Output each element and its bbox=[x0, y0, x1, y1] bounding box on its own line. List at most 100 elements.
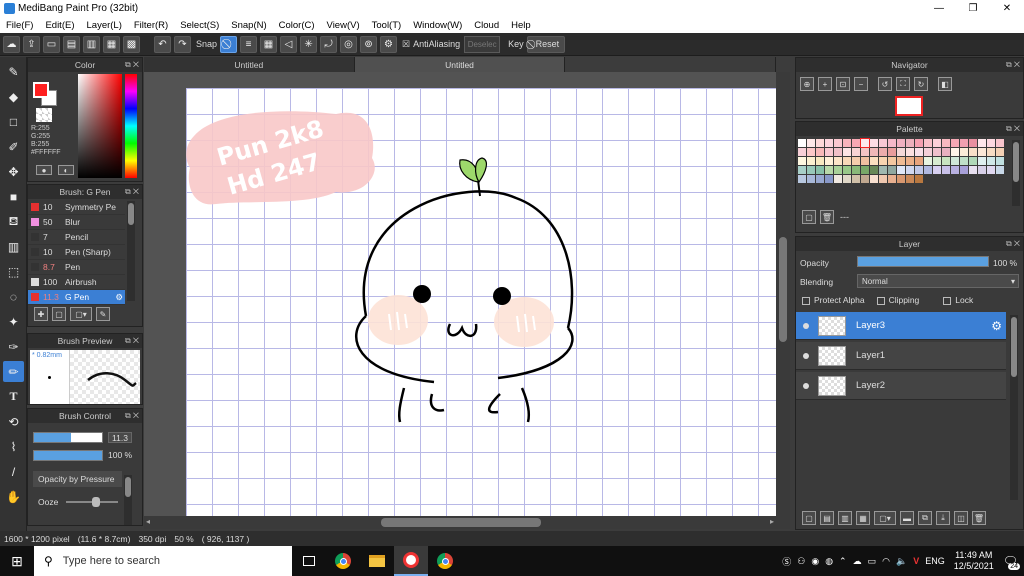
brush-size-slider[interactable] bbox=[33, 432, 103, 443]
new-material-layer-icon[interactable]: ▦ bbox=[856, 511, 870, 525]
grid-icon[interactable]: ▦ bbox=[103, 35, 120, 53]
palette-delete-icon[interactable]: 🗑 bbox=[820, 210, 834, 224]
zoom-actual-icon[interactable]: ⊡ bbox=[836, 77, 850, 91]
menu-color[interactable]: Color(C) bbox=[273, 20, 321, 31]
palette-swatch[interactable] bbox=[996, 148, 1004, 156]
panel-close-icon[interactable]: ⧉ ✕ bbox=[1006, 60, 1020, 70]
menu-tool[interactable]: Tool(T) bbox=[366, 20, 408, 31]
palette-swatch[interactable] bbox=[906, 148, 914, 156]
menu-view[interactable]: View(V) bbox=[321, 20, 366, 31]
brush-opacity-slider[interactable] bbox=[33, 450, 103, 461]
people-icon[interactable]: ⚇ bbox=[797, 556, 805, 567]
panel-close-icon[interactable]: ⧉ ✕ bbox=[125, 411, 139, 421]
onedrive-icon[interactable]: ☁ bbox=[853, 556, 862, 567]
lasso-tool-icon[interactable]: ◌ bbox=[3, 286, 24, 307]
chrome-alt-icon[interactable] bbox=[428, 546, 462, 576]
palette-swatch[interactable] bbox=[852, 166, 860, 174]
palette-swatch[interactable] bbox=[843, 166, 851, 174]
palette-swatch[interactable] bbox=[852, 148, 860, 156]
rotate-right-icon[interactable]: ↻ bbox=[914, 77, 928, 91]
visibility-eye-icon[interactable] bbox=[803, 382, 809, 389]
ooze-slider[interactable] bbox=[66, 497, 118, 507]
rotate-left-icon[interactable]: ↺ bbox=[878, 77, 892, 91]
palette-swatch[interactable] bbox=[807, 166, 815, 174]
palette-swatch[interactable] bbox=[825, 148, 833, 156]
palette-swatch[interactable] bbox=[870, 175, 878, 183]
snap-settings-icon[interactable]: ⚙ bbox=[380, 35, 398, 53]
redo-icon[interactable]: ↷ bbox=[174, 35, 191, 53]
duplicate-layer-icon[interactable]: ⧉ bbox=[918, 511, 932, 525]
upload-icon[interactable]: ⇪ bbox=[23, 35, 40, 53]
scroll-left-arrow-icon[interactable]: ◂ bbox=[146, 517, 150, 526]
transparent-swatch[interactable] bbox=[36, 108, 52, 122]
palette-swatch[interactable] bbox=[870, 148, 878, 156]
palette-swatch[interactable] bbox=[852, 139, 860, 147]
minimize-button[interactable]: — bbox=[922, 0, 956, 17]
palette-swatch[interactable] bbox=[951, 139, 959, 147]
zoom-out-icon[interactable]: − bbox=[854, 77, 868, 91]
palette-swatch[interactable] bbox=[915, 148, 923, 156]
select-pen-tool-icon[interactable]: ✑ bbox=[3, 336, 24, 357]
canvas-horizontal-scrollbar[interactable]: ◂ ▸ bbox=[144, 516, 790, 529]
eyedropper-tool-icon[interactable]: ⌇ bbox=[3, 436, 24, 457]
snap-curve-icon[interactable]: ⤾ bbox=[320, 35, 338, 53]
navigator-thumbnail[interactable] bbox=[895, 96, 923, 116]
palette-swatch[interactable] bbox=[879, 157, 887, 165]
layer-row-layer2[interactable]: Layer2 bbox=[796, 372, 1006, 400]
brush-control-scrollbar[interactable] bbox=[124, 475, 132, 525]
menu-layer[interactable]: Layer(L) bbox=[81, 20, 128, 31]
select-tool-icon[interactable]: ⬚ bbox=[3, 261, 24, 282]
palette-swatch[interactable] bbox=[825, 166, 833, 174]
layout-icon[interactable]: ▩ bbox=[123, 35, 140, 53]
magic-wand-tool-icon[interactable]: ✦ bbox=[3, 311, 24, 332]
taskbar-clock[interactable]: 11:49 AM 12/5/2021 bbox=[954, 550, 994, 572]
eraser-tool-icon[interactable]: ◆ bbox=[3, 86, 24, 107]
palette-swatch[interactable] bbox=[924, 157, 932, 165]
blending-select[interactable]: Normal ▾ bbox=[857, 274, 1019, 288]
panel-close-icon[interactable]: ⧉ ✕ bbox=[1006, 239, 1020, 249]
palette-swatch[interactable] bbox=[897, 148, 905, 156]
palette-swatch[interactable] bbox=[852, 175, 860, 183]
palette-swatch[interactable] bbox=[825, 157, 833, 165]
palette-swatch[interactable] bbox=[879, 139, 887, 147]
palette-swatch[interactable] bbox=[933, 148, 941, 156]
snap-parallel-icon[interactable]: ≡ bbox=[240, 35, 258, 53]
task-view-icon[interactable] bbox=[292, 546, 326, 576]
palette-swatch[interactable] bbox=[960, 148, 968, 156]
wifi-icon[interactable]: ◠ bbox=[882, 556, 890, 567]
palette-swatch[interactable] bbox=[870, 157, 878, 165]
palette-swatch[interactable] bbox=[987, 148, 995, 156]
primary-color-swatch[interactable] bbox=[33, 82, 49, 98]
bucket-tool-icon[interactable]: ⛾ bbox=[3, 211, 24, 232]
palette-swatch[interactable] bbox=[825, 175, 833, 183]
dot-tool-icon[interactable]: □ bbox=[3, 111, 24, 132]
palette-swatch[interactable] bbox=[897, 175, 905, 183]
brush-item[interactable]: 10 Pen (Sharp) bbox=[28, 245, 125, 260]
palette-swatch[interactable] bbox=[843, 157, 851, 165]
material-icon[interactable]: ▤ bbox=[63, 35, 80, 53]
layer-row-layer1[interactable]: Layer1 bbox=[796, 342, 1006, 370]
menu-file[interactable]: File(F) bbox=[0, 20, 39, 31]
palette-swatch[interactable] bbox=[816, 148, 824, 156]
color-eyedropper-icon[interactable]: ◐ bbox=[58, 165, 74, 175]
opacity-by-pressure-toggle[interactable]: Opacity by Pressure bbox=[33, 471, 122, 487]
palette-swatch[interactable] bbox=[969, 148, 977, 156]
brush-add-icon[interactable]: ✚ bbox=[34, 307, 48, 321]
palette-swatch[interactable] bbox=[888, 157, 896, 165]
antialias-checkbox[interactable]: ☒ bbox=[402, 39, 410, 50]
deselect-button[interactable]: Deselec bbox=[464, 35, 501, 53]
palette-swatch[interactable] bbox=[834, 175, 842, 183]
palette-swatch[interactable] bbox=[861, 157, 869, 165]
visibility-eye-icon[interactable] bbox=[803, 322, 809, 329]
snap-grid-icon[interactable]: ▦ bbox=[260, 35, 278, 53]
palette-swatch[interactable] bbox=[933, 166, 941, 174]
gradient-tool-icon[interactable]: ▥ bbox=[3, 236, 24, 257]
layer-settings-icon[interactable]: ⚙ bbox=[991, 319, 1002, 333]
palette-swatch[interactable] bbox=[834, 166, 842, 174]
undo-icon[interactable]: ↶ bbox=[154, 35, 171, 53]
brush-item[interactable]: 10 Symmetry Pe bbox=[28, 200, 125, 215]
brush-tool-icon[interactable]: ✎ bbox=[3, 61, 24, 82]
palette-swatch[interactable] bbox=[969, 166, 977, 174]
zoom-fit-icon[interactable]: ⊕ bbox=[800, 77, 814, 91]
skype-icon[interactable]: Ⓢ bbox=[782, 555, 791, 568]
